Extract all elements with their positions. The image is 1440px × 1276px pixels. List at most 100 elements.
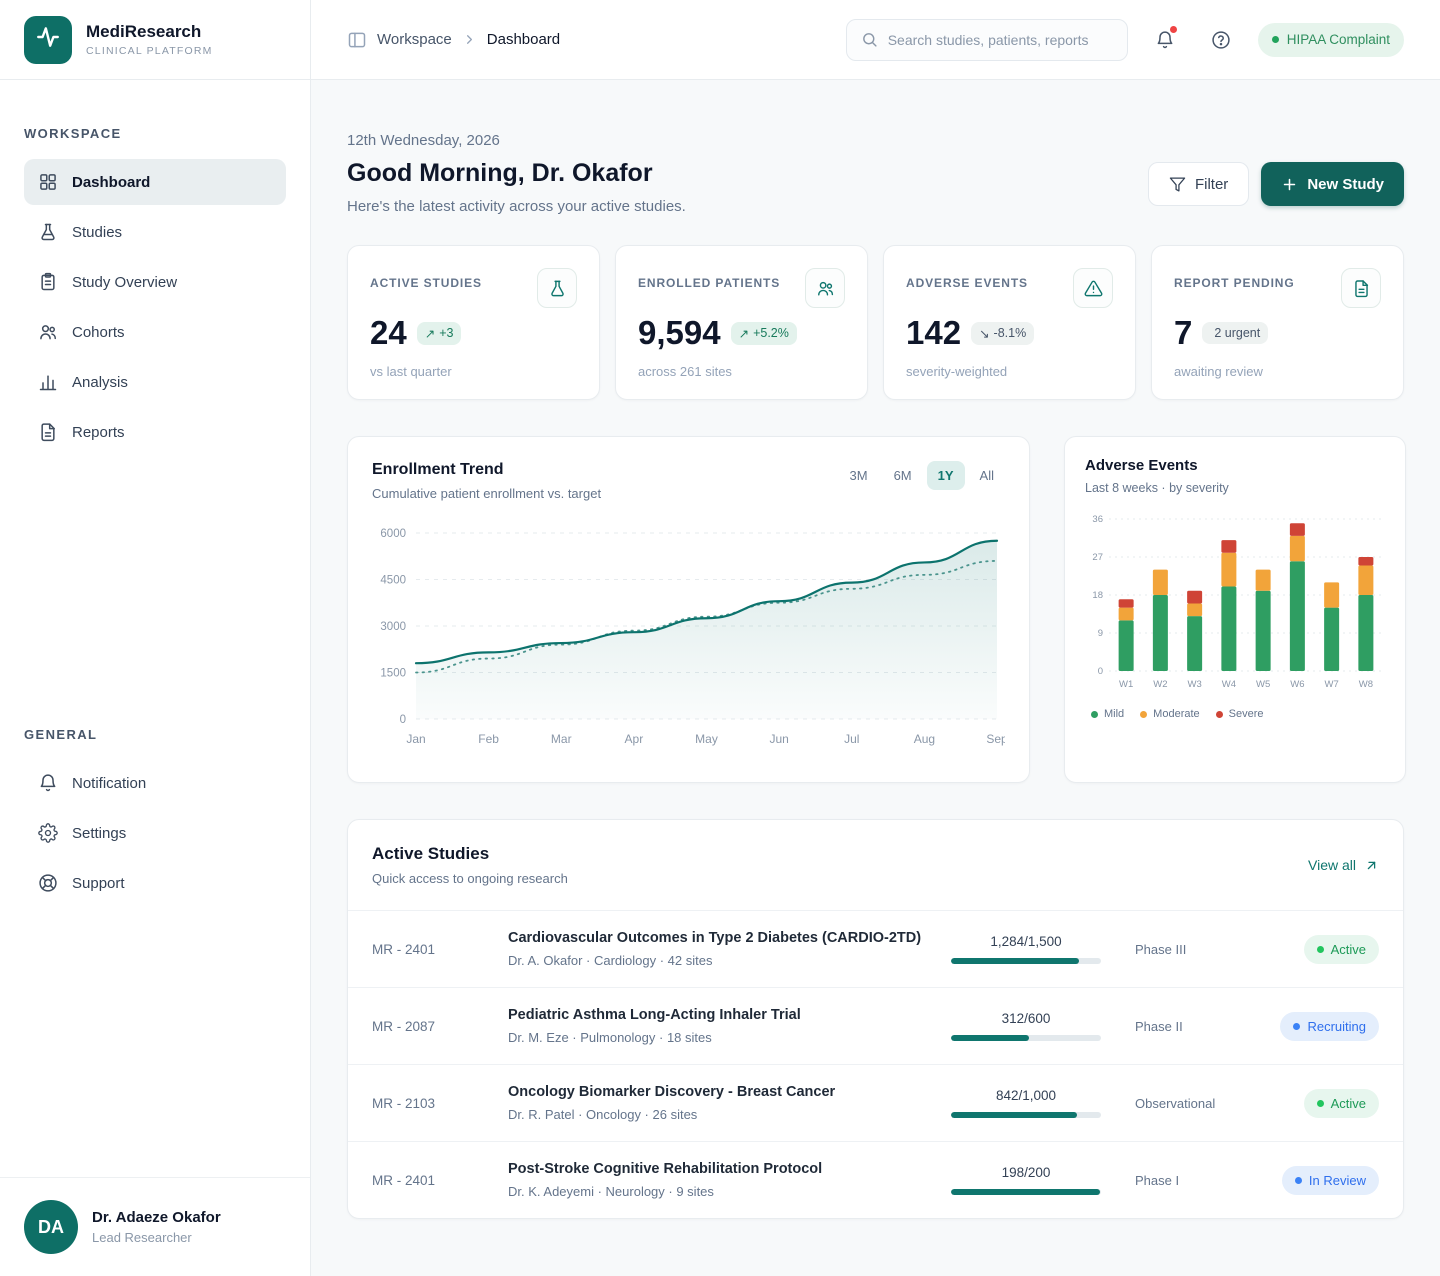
active-studies-card: Active Studies Quick access to ongoing r… [347, 819, 1404, 1219]
user-name: Dr. Adaeze Okafor [92, 1209, 221, 1226]
filter-button-label: Filter [1194, 175, 1229, 193]
range-button-1y[interactable]: 1Y [926, 461, 965, 490]
stats-grid: ACTIVE STUDIES 24 ↗ +3 vs last quarter EN… [347, 245, 1404, 400]
avatar: DA [24, 1200, 78, 1254]
svg-text:Aug: Aug [914, 732, 935, 746]
study-title: Cardiovascular Outcomes in Type 2 Diabet… [508, 930, 922, 946]
sidebar-item-settings[interactable]: Settings [24, 810, 286, 856]
stat-trend-badge: ↘ -8.1% [971, 321, 1035, 345]
notifications-button[interactable] [1146, 21, 1184, 59]
svg-text:W1: W1 [1119, 679, 1133, 690]
sidebar-item-support[interactable]: Support [24, 860, 286, 906]
progress-fill [951, 1035, 1029, 1041]
greeting-text: 12th Wednesday, 2026 Good Morning, Dr. O… [347, 132, 686, 215]
legend-item-mild: Mild [1091, 708, 1124, 720]
legend-item-severe: Severe [1215, 708, 1264, 720]
sidebar-item-notification[interactable]: Notification [24, 760, 286, 806]
time-range-selector: 3M 6M 1Y All [839, 461, 1005, 490]
grid-icon [38, 172, 58, 192]
legend-item-moderate: Moderate [1140, 708, 1200, 720]
notification-dot [1169, 25, 1177, 33]
status-dot [1294, 1176, 1302, 1184]
svg-text:W8: W8 [1359, 679, 1373, 690]
range-button-all[interactable]: All [969, 461, 1005, 490]
brand-text: MediResearch CLINICAL PLATFORM [86, 22, 213, 57]
sidebar-item-analysis[interactable]: Analysis [24, 359, 286, 405]
progress-fill [951, 1189, 1100, 1195]
users-icon [38, 322, 58, 342]
stat-subtext: awaiting review [1174, 364, 1263, 379]
sidebar-item-reports[interactable]: Reports [24, 409, 286, 455]
trend-up-icon: ↗ [738, 326, 750, 341]
svg-text:27: 27 [1092, 552, 1103, 563]
study-phase: Phase II [1135, 1018, 1183, 1034]
status-badge: Active [1303, 1088, 1379, 1118]
view-all-link[interactable]: View all [1308, 857, 1379, 873]
study-row[interactable]: MR - 2401 Cardiovascular Outcomes in Typ… [348, 910, 1403, 987]
svg-text:4500: 4500 [380, 575, 406, 587]
brand-header: MediResearch CLINICAL PLATFORM [0, 0, 311, 80]
sidebar-item-study-overview[interactable]: Study Overview [24, 259, 286, 305]
clipboard-icon [38, 272, 58, 292]
bell-icon [38, 773, 58, 793]
filter-button[interactable]: Filter [1147, 162, 1250, 206]
study-info: Post-Stroke Cognitive Rehabilitation Pro… [508, 1161, 927, 1199]
stat-card-active-studies: ACTIVE STUDIES 24 ↗ +3 vs last quarter [347, 245, 600, 400]
help-circle-icon [1211, 30, 1231, 50]
general-section-label: GENERAL [24, 727, 98, 742]
user-role: Lead Researcher [92, 1230, 192, 1245]
trend-up-icon: ↗ [424, 326, 436, 341]
sidebar-item-cohorts[interactable]: Cohorts [24, 309, 286, 355]
study-phase: Phase III [1135, 941, 1187, 957]
enrollment-progress: 842/1,000 [951, 1088, 1101, 1118]
hipaa-badge-label: HIPAA Complaint [1286, 32, 1390, 47]
workspace-section-label: WORKSPACE [24, 126, 122, 141]
svg-text:36: 36 [1092, 514, 1103, 525]
charts-row: Enrollment Trend Cumulative patient enro… [347, 436, 1406, 783]
chart-subtitle: Last 8 weeks · by severity [1085, 481, 1229, 495]
stat-trend-badge: ↗ +5.2% [730, 321, 797, 345]
sidebar-item-studies[interactable]: Studies [24, 209, 286, 255]
new-study-button[interactable]: New Study [1261, 162, 1404, 206]
greeting-section: 12th Wednesday, 2026 Good Morning, Dr. O… [347, 132, 1404, 215]
topbar: Workspace Dashboard Search studies, pati… [311, 0, 1440, 80]
sidebar: WORKSPACE Dashboard Studies Study Overvi… [0, 80, 311, 1276]
chevron-right-icon [462, 32, 477, 47]
stat-label: ADVERSE EVENTS [906, 276, 1028, 290]
stat-urgent-badge: 2 urgent [1202, 322, 1269, 344]
activity-icon [35, 24, 61, 55]
study-row[interactable]: MR - 2401 Post-Stroke Cognitive Rehabili… [348, 1141, 1403, 1218]
svg-text:Jan: Jan [406, 732, 425, 746]
breadcrumb-workspace[interactable]: Workspace [377, 31, 452, 48]
brand-name: MediResearch [86, 22, 202, 41]
stat-card-adverse-events: ADVERSE EVENTS 142 ↘ -8.1% severity-weigh… [883, 245, 1136, 400]
sidebar-item-label: Studies [72, 223, 123, 241]
help-button[interactable] [1202, 21, 1240, 59]
study-info: Cardiovascular Outcomes in Type 2 Diabet… [508, 930, 927, 968]
severe-dot [1215, 710, 1223, 718]
stat-card-enrolled-patients: ENROLLED PATIENTS 9,594 ↗ +5.2% across 26… [615, 245, 868, 400]
enrollment-trend-card: Enrollment Trend Cumulative patient enro… [347, 436, 1030, 783]
study-code: MR - 2401 [372, 941, 436, 957]
progress-track [951, 958, 1101, 964]
study-row[interactable]: MR - 2103 Oncology Biomarker Discovery -… [348, 1064, 1403, 1141]
svg-text:Mar: Mar [551, 732, 572, 746]
svg-text:Jul: Jul [844, 732, 859, 746]
range-button-6m[interactable]: 6M [883, 461, 923, 490]
range-button-3m[interactable]: 3M [839, 461, 879, 490]
progress-track [951, 1035, 1101, 1041]
sidebar-toggle-icon[interactable] [347, 30, 367, 50]
global-search[interactable] [845, 18, 1128, 61]
search-input[interactable] [887, 31, 1113, 48]
section-subtitle: Quick access to ongoing research [372, 871, 568, 886]
svg-text:3000: 3000 [380, 621, 406, 633]
user-card[interactable]: DA Dr. Adaeze Okafor Lead Researcher [0, 1177, 310, 1276]
study-info: Oncology Biomarker Discovery - Breast Ca… [508, 1084, 927, 1122]
studies-head-text: Active Studies Quick access to ongoing r… [372, 844, 568, 886]
chart-subtitle: Cumulative patient enrollment vs. target [372, 486, 602, 501]
breadcrumb-dashboard[interactable]: Dashboard [487, 31, 560, 48]
sidebar-item-dashboard[interactable]: Dashboard [24, 159, 286, 205]
stat-value: 142 [906, 314, 962, 351]
study-row[interactable]: MR - 2087 Pediatric Asthma Long-Acting I… [348, 987, 1403, 1064]
stat-trend-badge: ↗ +3 [416, 321, 462, 345]
